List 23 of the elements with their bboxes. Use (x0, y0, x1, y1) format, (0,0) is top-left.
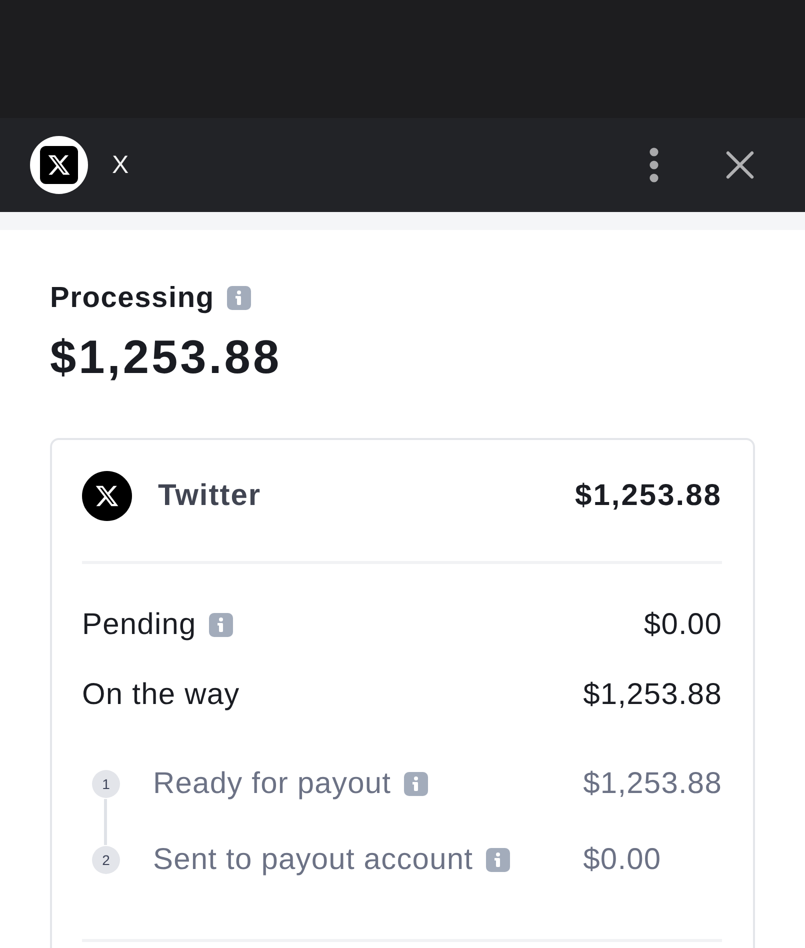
info-icon[interactable] (404, 772, 428, 796)
info-icon[interactable] (209, 613, 234, 637)
processing-label: Processing (50, 281, 214, 315)
step-amount: $0.00 (583, 845, 662, 875)
balance-label: On the way (82, 678, 240, 712)
info-icon[interactable] (486, 848, 510, 872)
close-icon (726, 151, 754, 179)
x-logo-icon (82, 471, 132, 521)
step-amount: $1,253.88 (583, 769, 722, 799)
step-connector (104, 799, 107, 845)
account-amount: $1,253.88 (575, 479, 722, 513)
step-label: Sent to payout account (153, 845, 474, 875)
step-number: 2 (92, 846, 120, 874)
header-title: X (112, 150, 129, 180)
step-number: 1 (92, 770, 120, 798)
info-icon[interactable] (227, 286, 252, 310)
balance-amount: $1,253.88 (583, 678, 722, 712)
account-name: Twitter (158, 479, 262, 513)
balance-amount: $0.00 (644, 608, 722, 642)
step-label: Ready for payout (153, 769, 392, 799)
balance-label: Pending (82, 608, 196, 642)
processing-amount: $1,253.88 (50, 330, 282, 384)
more-vertical-icon (649, 147, 659, 183)
